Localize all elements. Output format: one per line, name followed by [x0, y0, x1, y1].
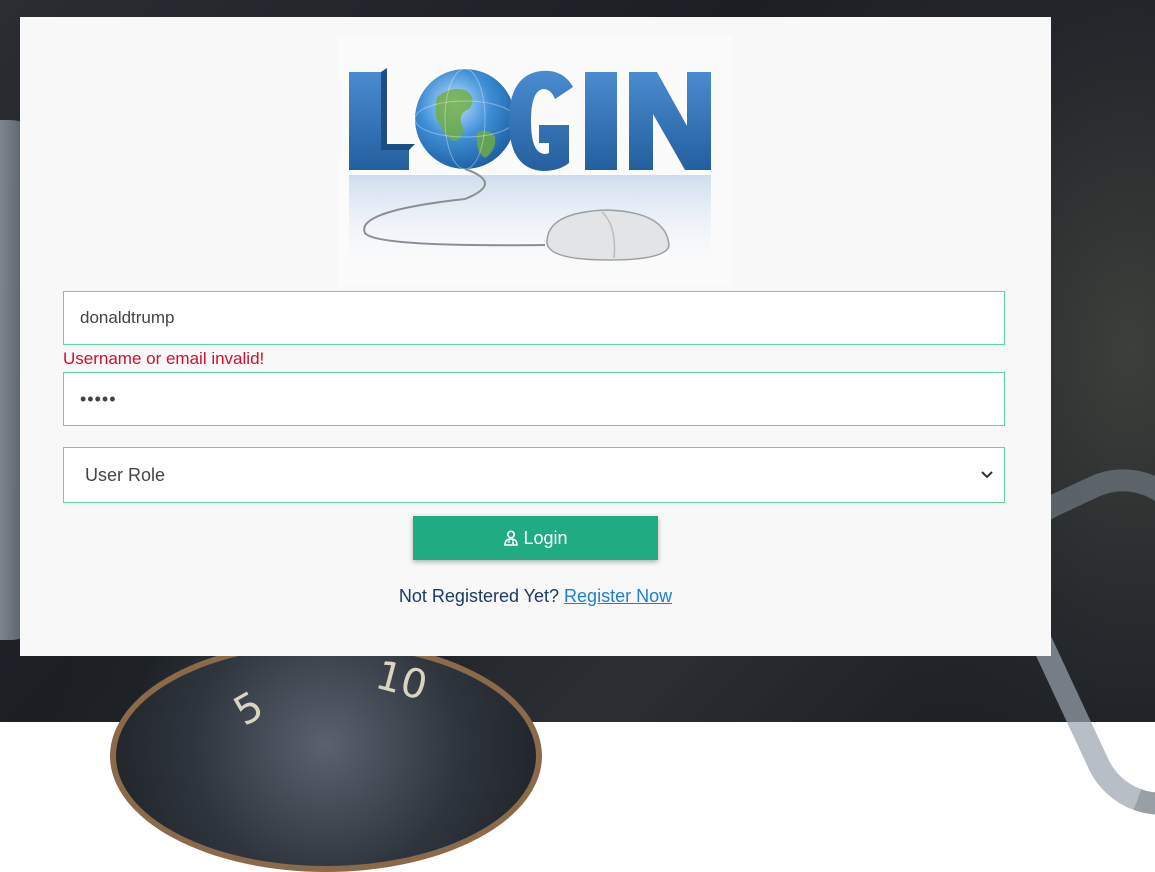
login-logo [337, 37, 732, 287]
username-error-message: Username or email invalid! [63, 349, 265, 368]
background-lock-dial: 10 5 [110, 640, 542, 872]
register-prompt-text: Not Registered Yet? [398, 586, 560, 606]
user-role-select-value: User Role [85, 465, 166, 485]
username-input[interactable] [63, 291, 1005, 345]
password-input[interactable] [63, 372, 1005, 426]
chevron-down-icon [981, 471, 993, 479]
register-prompt: Not Registered Yet? Register Now [20, 586, 1051, 607]
register-now-link[interactable]: Register Now [564, 586, 672, 606]
user-role-select[interactable]: User Role [63, 447, 1005, 503]
login-button-label: Login [523, 527, 568, 548]
login-button[interactable]: Login [413, 516, 658, 560]
user-doctor-icon [504, 530, 519, 546]
login-card: Username or email invalid! User Role Log… [20, 17, 1051, 656]
